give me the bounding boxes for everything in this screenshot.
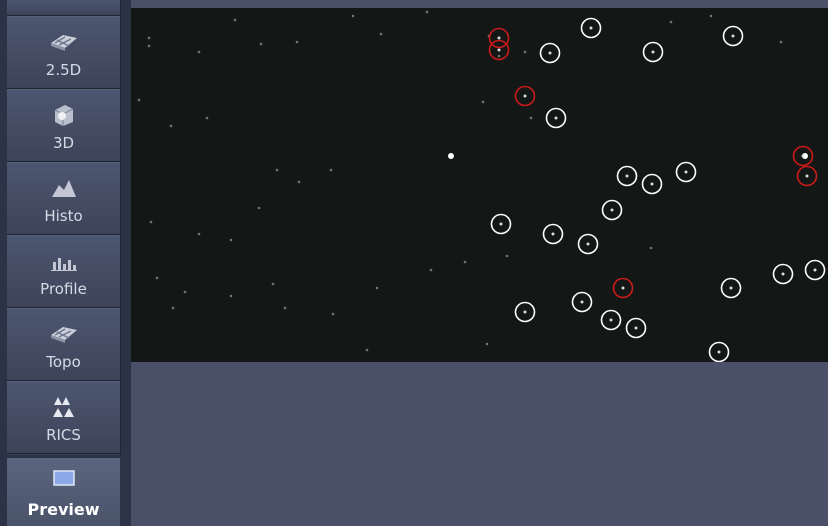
particle-dot	[283, 306, 287, 310]
particle-dot	[709, 14, 713, 18]
particle-dot	[147, 36, 151, 40]
particle-dot	[197, 232, 201, 236]
particle-dot	[379, 32, 383, 36]
particle-dot	[731, 34, 735, 38]
particle-dot	[229, 238, 233, 242]
particle-dot	[365, 348, 369, 352]
particle-dot	[523, 310, 527, 314]
particle-dot	[729, 286, 733, 290]
workspace-background	[131, 362, 828, 526]
particle-dot	[586, 242, 590, 246]
particle-dot	[505, 254, 509, 258]
tool-rics-button[interactable]: RICS	[7, 381, 120, 454]
particle-dot	[529, 116, 533, 120]
tool-profile-label: Profile	[40, 280, 87, 298]
particle-dot	[523, 94, 527, 98]
particle-dot	[375, 286, 379, 290]
particle-dot	[147, 44, 151, 48]
particle-dot	[329, 168, 333, 172]
particle-dot	[149, 220, 153, 224]
fluorescence-image	[137, 10, 826, 362]
particle-dot	[813, 268, 817, 272]
particle-dot	[425, 10, 429, 14]
particle-dot	[485, 342, 489, 346]
particle-dot	[589, 26, 593, 30]
surface-2.5d-icon	[7, 29, 120, 55]
particle-dot	[233, 18, 237, 22]
particle-dot	[229, 294, 233, 298]
tool-rics-label: RICS	[46, 426, 81, 444]
particle-dot	[801, 154, 805, 158]
particle-dot	[805, 174, 809, 178]
tool-topo-label: Topo	[46, 353, 81, 371]
particle-dot	[137, 98, 141, 102]
particle-dot	[351, 14, 355, 18]
particle-dot	[781, 272, 785, 276]
particle-dot	[259, 42, 263, 46]
profile-icon	[7, 248, 120, 274]
particle-dot	[554, 116, 558, 120]
particle-dot	[481, 100, 485, 104]
particle-dot	[779, 40, 783, 44]
particle-dot	[650, 182, 654, 186]
tool-2.5d-label: 2.5D	[45, 61, 82, 79]
particle-dot	[551, 232, 555, 236]
particle-dot	[275, 168, 279, 172]
particle-dot	[205, 116, 209, 120]
particle-dot	[669, 20, 673, 24]
preview-button[interactable]: Preview	[7, 458, 120, 526]
particle-dot	[625, 174, 629, 178]
particle-dot	[155, 276, 159, 280]
workspace-top-strip	[131, 0, 828, 8]
particle-dot	[523, 50, 527, 54]
preview-label: Preview	[27, 500, 100, 519]
tool-histo-button[interactable]: Histo	[7, 162, 120, 235]
bright-particle	[448, 153, 454, 159]
particle-dot	[649, 246, 653, 250]
particle-dot	[463, 260, 467, 264]
particle-dot	[651, 50, 655, 54]
preview-window-icon	[7, 470, 120, 490]
particle-dot	[295, 40, 299, 44]
fluorescence-image-viewer[interactable]	[131, 8, 828, 362]
particle-dot	[621, 286, 625, 290]
particle-dot	[634, 326, 638, 330]
particle-dot	[197, 50, 201, 54]
particle-dot	[548, 51, 552, 55]
rics-icon	[7, 394, 120, 420]
tool-3d-label: 3D	[52, 134, 75, 152]
cube-3d-icon	[7, 102, 120, 128]
particle-dot	[717, 350, 721, 354]
particle-dot	[429, 268, 433, 272]
tool-histo-label: Histo	[44, 207, 83, 225]
particle-dot	[580, 300, 584, 304]
particle-dot	[497, 54, 501, 58]
tool-3d-button[interactable]: 3D	[7, 89, 120, 162]
histogram-icon	[7, 175, 120, 201]
particle-dot	[499, 222, 503, 226]
view-toolbar: 2.5D 3D Histo Profile Topo RICS Preview	[0, 0, 131, 526]
tool-2.5d-button[interactable]: 2.5D	[7, 16, 120, 89]
particle-dot	[684, 170, 688, 174]
particle-dot	[497, 48, 501, 52]
particle-dot	[610, 208, 614, 212]
particle-dot	[183, 290, 187, 294]
particle-dot	[271, 282, 275, 286]
particle-dot	[171, 306, 175, 310]
particle-dot	[169, 124, 173, 128]
topography-icon	[7, 321, 120, 347]
tool-profile-button[interactable]: Profile	[7, 235, 120, 308]
toolbar-scroll-edge	[7, 0, 120, 16]
tool-topo-button[interactable]: Topo	[7, 308, 120, 381]
particle-dot	[297, 180, 301, 184]
particle-dot	[257, 206, 261, 210]
particle-dot	[609, 318, 613, 322]
particle-dot	[331, 312, 335, 316]
particle-dot	[497, 36, 501, 40]
